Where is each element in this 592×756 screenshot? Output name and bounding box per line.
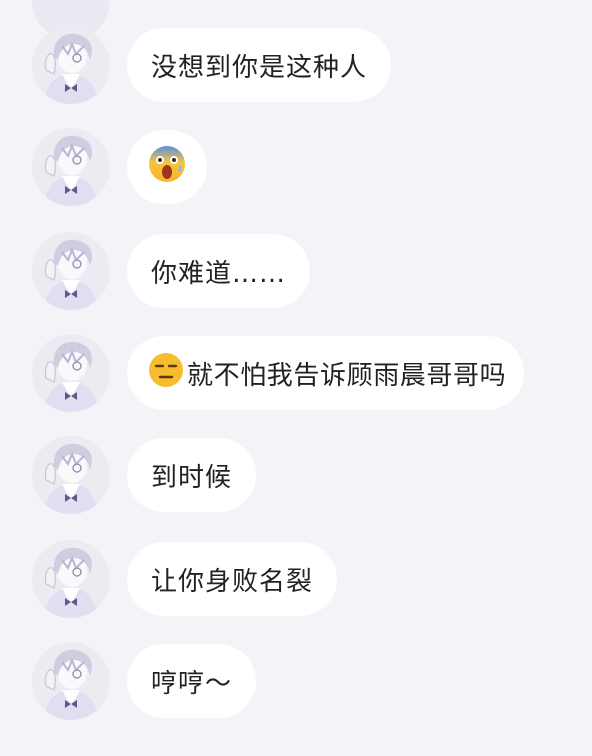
- avatar[interactable]: [32, 436, 110, 514]
- screaming-face-icon: [147, 144, 187, 191]
- message-bubble[interactable]: 就不怕我告诉顾雨晨哥哥吗: [127, 336, 525, 410]
- avatar[interactable]: [32, 540, 110, 618]
- unamused-face-icon: [147, 351, 185, 396]
- avatar[interactable]: [32, 128, 110, 206]
- message-bubble[interactable]: 让你身败名裂: [127, 542, 338, 616]
- message-text: 哼哼～: [151, 668, 233, 699]
- message-row: 就不怕我告诉顾雨晨哥哥吗: [0, 334, 592, 412]
- avatar[interactable]: [32, 642, 110, 720]
- message-bubble[interactable]: 到时候: [127, 438, 257, 512]
- message-text: 让你身败名裂: [151, 566, 314, 597]
- message-bubble[interactable]: 你难道……: [127, 234, 311, 308]
- message-row: 你难道……: [0, 232, 592, 310]
- message-row: 没想到你是这种人: [0, 26, 592, 104]
- message-row: 哼哼～: [0, 642, 592, 720]
- avatar[interactable]: [32, 334, 110, 412]
- message-row: [0, 128, 592, 206]
- message-text: 到时候: [151, 462, 233, 493]
- message-bubble[interactable]: [127, 130, 207, 204]
- message-row: 让你身败名裂: [0, 540, 592, 618]
- message-text: 就不怕我告诉顾雨晨哥哥吗: [187, 360, 507, 391]
- message-bubble[interactable]: 没想到你是这种人: [127, 28, 392, 102]
- message-row: 到时候: [0, 436, 592, 514]
- avatar[interactable]: [32, 232, 110, 310]
- chat-message-list: 没想到你是这种人 你难道…… 就不怕我告诉顾雨晨哥哥吗 到时候 让你身败名裂 哼…: [0, 0, 592, 756]
- avatar[interactable]: [32, 26, 110, 104]
- message-text: 你难道……: [151, 258, 287, 289]
- message-bubble[interactable]: 哼哼～: [127, 644, 257, 718]
- message-text: 没想到你是这种人: [151, 52, 368, 83]
